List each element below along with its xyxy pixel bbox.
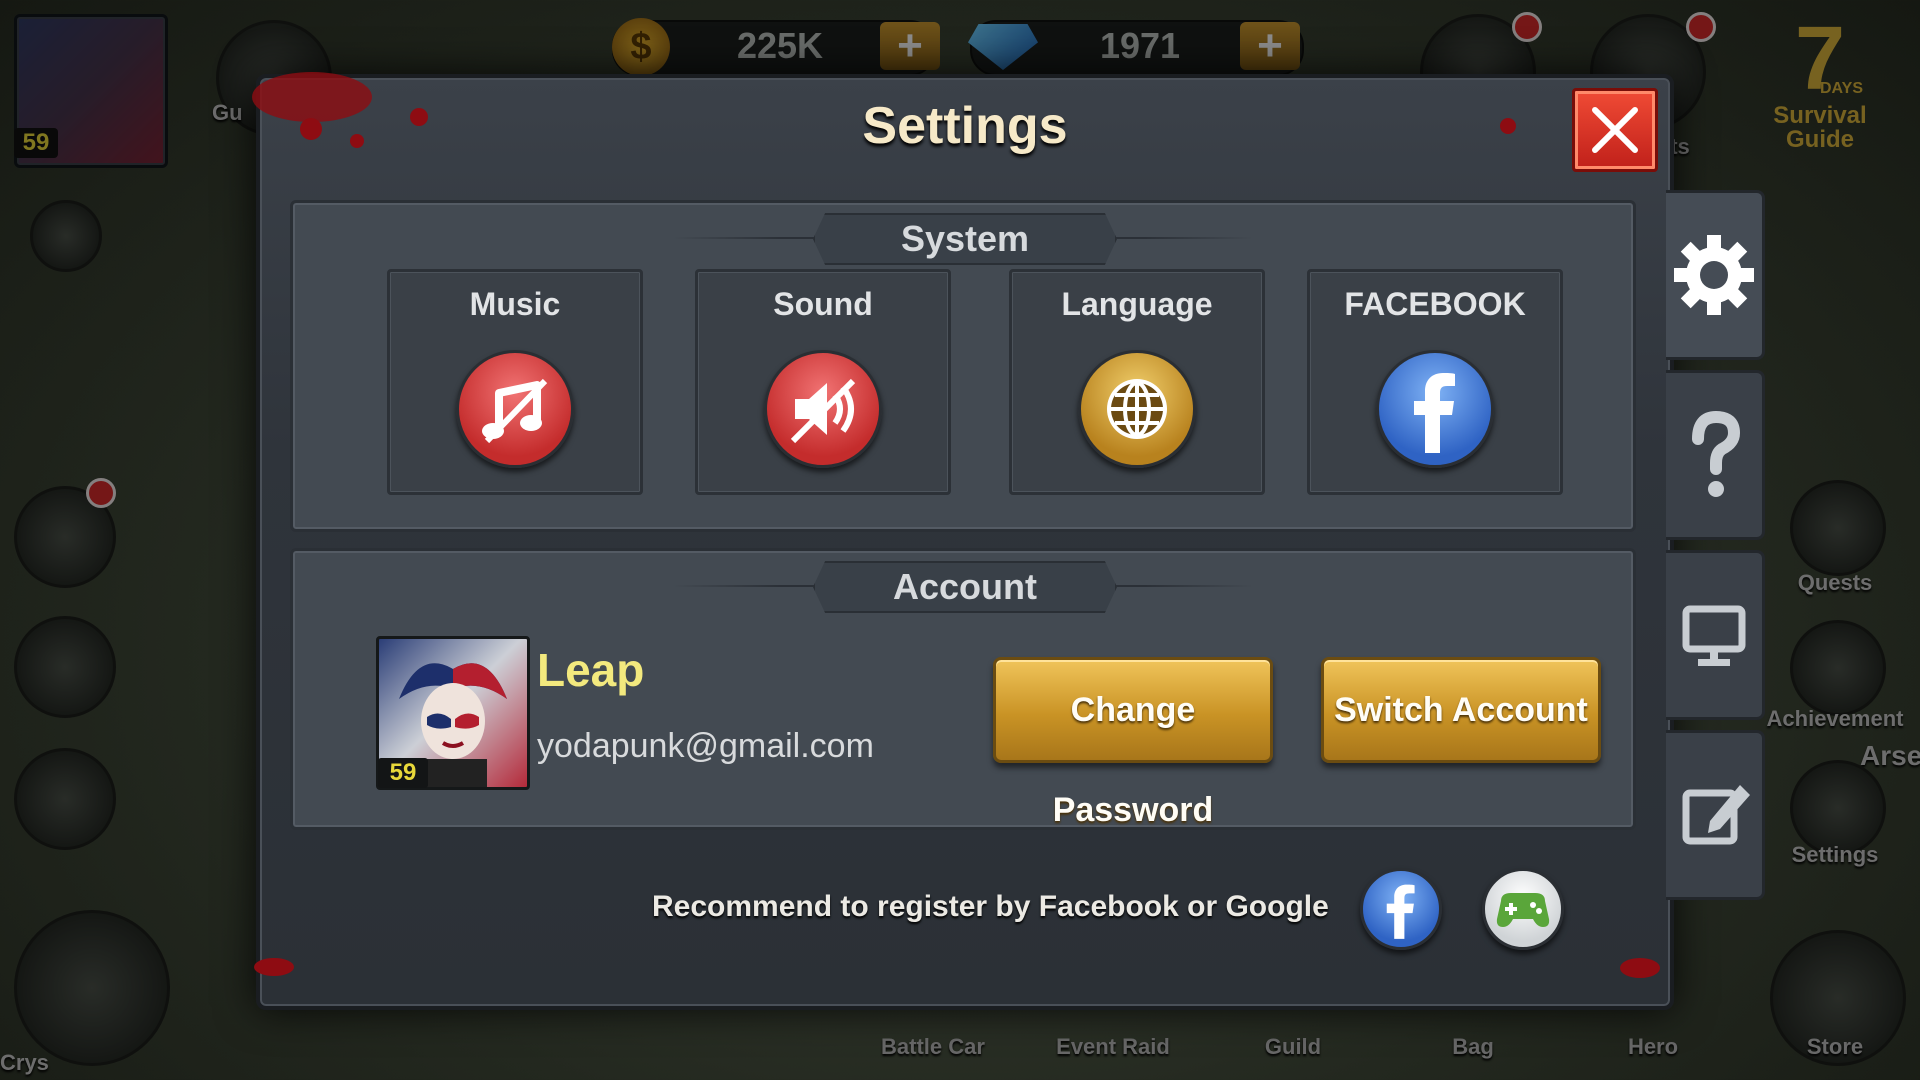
facebook-connect-button[interactable]: FACEBOOK bbox=[1307, 269, 1563, 495]
bottom-guild-label[interactable]: Guild bbox=[1218, 1034, 1368, 1060]
settings-dialog: Settings System Music Sound Language FAC… bbox=[252, 72, 1674, 1010]
bottom-bag-label[interactable]: Bag bbox=[1398, 1034, 1548, 1060]
bottom-battle-car-label[interactable]: Battle Car bbox=[858, 1034, 1008, 1060]
close-icon bbox=[1592, 107, 1638, 153]
add-gems-button[interactable]: + bbox=[1240, 22, 1300, 70]
friends-icon[interactable] bbox=[14, 748, 116, 850]
help-icon bbox=[1692, 410, 1741, 497]
language-button[interactable]: Language bbox=[1009, 269, 1265, 495]
quests-icon[interactable] bbox=[1790, 480, 1886, 576]
radar-icon[interactable] bbox=[30, 200, 102, 272]
music-label: Music bbox=[469, 286, 561, 322]
close-button[interactable] bbox=[1572, 88, 1658, 172]
gold-coin-icon: $ bbox=[612, 18, 670, 76]
gem-amount: 1971 bbox=[1099, 25, 1181, 66]
chat-notification-dot bbox=[86, 478, 116, 508]
account-level-badge: 59 bbox=[378, 758, 428, 788]
bottom-hero-label[interactable]: Hero bbox=[1578, 1034, 1728, 1060]
system-heading: System bbox=[813, 213, 1117, 265]
gear-icon bbox=[1674, 235, 1754, 315]
music-note-icon bbox=[456, 350, 574, 468]
gold-amount: 225K bbox=[736, 25, 824, 66]
account-username: Leap bbox=[537, 644, 645, 696]
edit-icon bbox=[1682, 785, 1750, 845]
help-tab[interactable] bbox=[1666, 370, 1765, 540]
register-google-button[interactable] bbox=[1482, 868, 1564, 950]
change-password-button[interactable]: Change Password bbox=[993, 657, 1273, 829]
gifts-notification-dot bbox=[1686, 12, 1716, 42]
globe-icon bbox=[1078, 350, 1196, 468]
feedback-tab[interactable] bbox=[1666, 730, 1765, 900]
system-panel: System Music Sound Language FACEBOOK bbox=[290, 200, 1636, 532]
facebook-label: FACEBOOK bbox=[1344, 286, 1526, 322]
event-notification-dot bbox=[1512, 12, 1542, 42]
account-email: yodapunk@gmail.com bbox=[537, 727, 874, 765]
achievement-icon[interactable] bbox=[1790, 620, 1886, 716]
arsenal-partial-label: Arse bbox=[1860, 740, 1920, 771]
music-toggle[interactable]: Music bbox=[387, 269, 643, 495]
survival-guide-days-label: DAYS bbox=[1820, 80, 1863, 97]
settings-hud-label: Settings bbox=[1791, 842, 1879, 867]
dialog-title: Settings bbox=[862, 97, 1068, 155]
blood-drop bbox=[254, 958, 294, 976]
monitor-icon bbox=[1682, 605, 1746, 666]
bottom-store-label[interactable]: Store bbox=[1760, 1034, 1910, 1060]
add-gold-button[interactable]: + bbox=[880, 22, 940, 70]
quests-label: Quests bbox=[1797, 570, 1873, 595]
sound-muted-icon bbox=[764, 350, 882, 468]
gamepad-icon bbox=[1496, 893, 1550, 927]
survival-guide-label: Survival Guide bbox=[1773, 102, 1867, 153]
account-heading: Account bbox=[813, 561, 1117, 613]
sound-label: Sound bbox=[773, 286, 873, 322]
settings-tab[interactable] bbox=[1666, 190, 1765, 360]
display-tab[interactable] bbox=[1666, 550, 1765, 720]
survival-guide-button[interactable]: 7 DAYS Survival Guide bbox=[1760, 14, 1880, 164]
player-level-badge: 59 bbox=[14, 128, 58, 158]
recommend-register-text: Recommend to register by Facebook or Goo… bbox=[652, 890, 1329, 923]
language-label: Language bbox=[1061, 286, 1213, 322]
blood-drop bbox=[1620, 958, 1660, 978]
sound-toggle[interactable]: Sound bbox=[695, 269, 951, 495]
bottom-event-raid-label[interactable]: Event Raid bbox=[1038, 1034, 1188, 1060]
register-facebook-button[interactable] bbox=[1360, 868, 1442, 950]
achievement-label: Achievement bbox=[1766, 706, 1904, 731]
facebook-icon bbox=[1376, 350, 1494, 468]
mail-icon[interactable] bbox=[14, 616, 116, 718]
switch-account-button[interactable]: Switch Account bbox=[1321, 657, 1601, 763]
hero-portrait-button[interactable] bbox=[14, 910, 170, 1066]
facebook-icon bbox=[1386, 884, 1415, 939]
crystal-partial-label: Crys bbox=[0, 1050, 49, 1075]
